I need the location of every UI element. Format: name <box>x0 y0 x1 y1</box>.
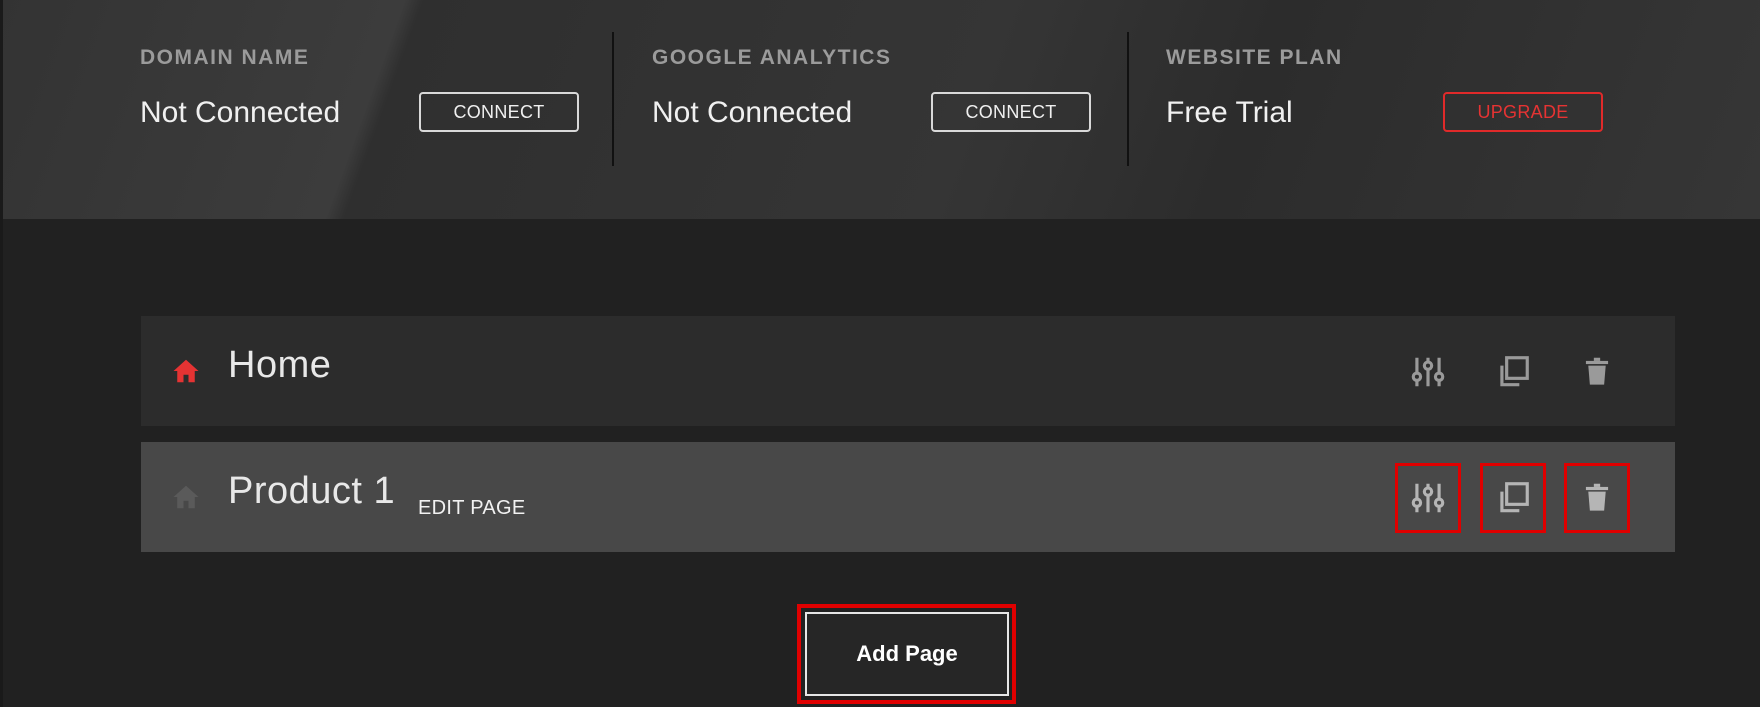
domain-panel: DOMAIN NAME Not Connected CONNECT <box>140 46 585 166</box>
domain-connect-button[interactable]: CONNECT <box>419 92 579 132</box>
domain-status: Not Connected <box>140 96 341 129</box>
plan-panel: WEBSITE PLAN Free Trial UPGRADE <box>1166 46 1616 166</box>
page-settings-button[interactable] <box>1395 463 1461 533</box>
page-row-home[interactable]: Home <box>141 316 1675 426</box>
analytics-panel: GOOGLE ANALYTICS Not Connected CONNECT <box>652 46 1097 166</box>
sliders-icon <box>1411 357 1445 387</box>
page-title[interactable]: Home <box>228 344 331 387</box>
plan-label: WEBSITE PLAN <box>1166 46 1343 69</box>
delete-page-button[interactable] <box>1564 337 1630 407</box>
edit-page-link[interactable]: EDIT PAGE <box>418 497 526 520</box>
duplicate-page-button[interactable] <box>1480 337 1546 407</box>
house-icon <box>173 359 199 383</box>
divider <box>1127 32 1129 166</box>
copy-icon <box>1500 482 1529 513</box>
duplicate-page-button[interactable] <box>1480 463 1546 533</box>
page-settings-button[interactable] <box>1395 337 1461 407</box>
plan-status: Free Trial <box>1166 96 1293 129</box>
domain-label: DOMAIN NAME <box>140 46 310 69</box>
page-row-product-1[interactable]: Product 1 EDIT PAGE <box>141 442 1675 552</box>
copy-icon <box>1500 356 1529 387</box>
house-icon[interactable] <box>171 482 201 512</box>
sliders-icon <box>1411 483 1445 513</box>
trash-icon <box>1585 357 1609 385</box>
delete-page-button[interactable] <box>1564 463 1630 533</box>
analytics-label: GOOGLE ANALYTICS <box>652 46 892 69</box>
analytics-status: Not Connected <box>652 96 853 129</box>
page-title[interactable]: Product 1 <box>228 470 395 513</box>
upgrade-button[interactable]: UPGRADE <box>1443 92 1603 132</box>
left-edge <box>0 0 3 707</box>
divider <box>612 32 614 166</box>
trash-icon <box>1585 483 1609 511</box>
add-page-button[interactable]: Add Page <box>805 612 1009 696</box>
analytics-connect-button[interactable]: CONNECT <box>931 92 1091 132</box>
